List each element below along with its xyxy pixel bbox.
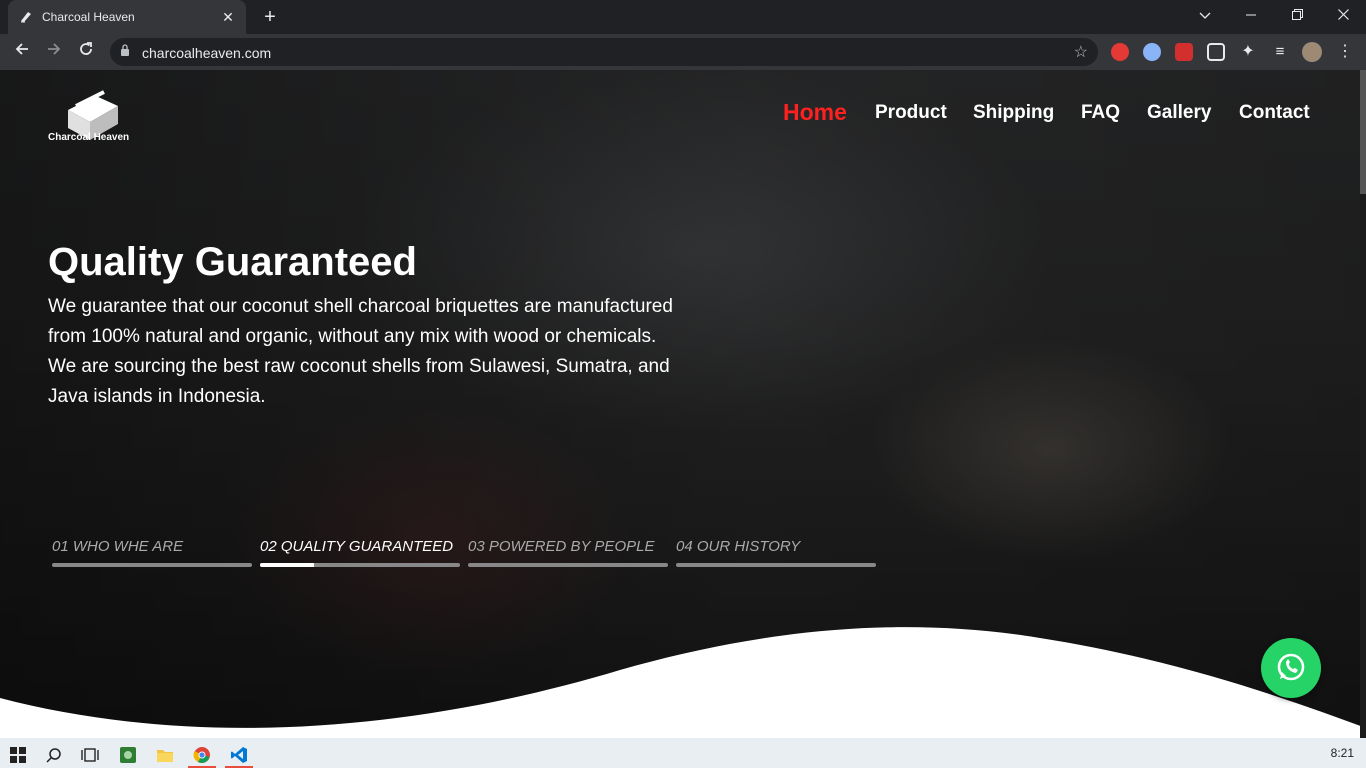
whatsapp-button[interactable] <box>1261 638 1321 698</box>
nav-home[interactable]: Home <box>783 99 847 126</box>
hero-wave-divider <box>0 627 1366 738</box>
tab-search-icon[interactable] <box>1182 0 1228 30</box>
media-playlist-icon[interactable]: ≡ <box>1271 43 1289 61</box>
browser-toolbar: charcoalheaven.com ☆ ✦ ≡ ⋮ <box>0 34 1366 70</box>
nav-product[interactable]: Product <box>875 102 947 124</box>
slide-step-label: 04 OUR HISTORY <box>676 538 801 555</box>
windows-start-icon[interactable] <box>0 741 36 768</box>
nav-contact[interactable]: Contact <box>1239 102 1310 124</box>
slide-step-label: 02 QUALITY GUARANTEED <box>260 538 454 555</box>
file-explorer-icon[interactable] <box>147 741 183 768</box>
extensions-puzzle-icon[interactable]: ✦ <box>1239 43 1257 61</box>
browser-menu-icon[interactable]: ⋮ <box>1336 43 1354 61</box>
slide-step-4[interactable]: 04 OUR HISTORY <box>676 538 876 567</box>
minimize-button[interactable] <box>1228 0 1274 30</box>
slide-step-label: 03 POWERED BY PEOPLE <box>468 538 655 555</box>
close-window-button[interactable] <box>1320 0 1366 30</box>
search-icon[interactable] <box>36 741 72 768</box>
nav-shipping[interactable]: Shipping <box>973 102 1054 124</box>
logo-text: Charcoal Heaven <box>48 132 130 143</box>
slide-step-1[interactable]: 01 WHO WHE ARE <box>52 538 252 567</box>
slide-step-label: 01 WHO WHE ARE <box>52 538 184 555</box>
extension-red-hand-icon[interactable] <box>1111 43 1129 61</box>
chrome-icon[interactable] <box>184 741 220 768</box>
slide-progress-fill <box>260 563 314 567</box>
address-bar[interactable]: charcoalheaven.com ☆ <box>110 38 1098 66</box>
site-favicon-icon <box>18 9 34 25</box>
nav-faq[interactable]: FAQ <box>1081 102 1120 124</box>
windows-taskbar: 8:21 <box>0 738 1366 768</box>
slide-progress-bar <box>468 563 668 567</box>
new-tab-button[interactable]: + <box>259 6 281 28</box>
browser-tab-bar: Charcoal Heaven ✕ + <box>0 0 1366 34</box>
restore-button[interactable] <box>1274 0 1320 30</box>
app-green-icon[interactable] <box>110 741 146 768</box>
slide-progress-bar <box>676 563 876 567</box>
task-view-icon[interactable] <box>72 741 108 768</box>
reload-icon[interactable] <box>74 40 98 64</box>
tab-close-icon[interactable]: ✕ <box>220 9 236 25</box>
back-icon[interactable] <box>10 40 34 64</box>
web-page: Charcoal Heaven Home Product Shipping FA… <box>0 70 1366 738</box>
page-scrollbar[interactable] <box>1360 70 1366 738</box>
profile-avatar[interactable] <box>1302 42 1322 62</box>
browser-tab[interactable]: Charcoal Heaven ✕ <box>8 0 246 34</box>
hero-title: Quality Guaranteed <box>48 240 417 284</box>
hero-description: We guarantee that our coconut shell char… <box>48 296 673 407</box>
main-navigation: Home Product Shipping FAQ Gallery Contac… <box>0 99 1366 130</box>
scrollbar-thumb[interactable] <box>1360 70 1366 194</box>
forward-icon[interactable] <box>42 40 66 64</box>
vscode-icon[interactable] <box>221 741 257 768</box>
slide-step-3[interactable]: 03 POWERED BY PEOPLE <box>468 538 668 567</box>
nav-gallery[interactable]: Gallery <box>1147 102 1211 124</box>
extension-red-play-icon[interactable] <box>1175 43 1193 61</box>
tab-title: Charcoal Heaven <box>42 10 135 24</box>
url-text: charcoalheaven.com <box>142 45 272 61</box>
bookmark-star-icon[interactable]: ☆ <box>1074 42 1088 62</box>
taskbar-clock[interactable]: 8:21 <box>1331 746 1354 760</box>
extension-blue-circle-icon[interactable] <box>1143 43 1161 61</box>
slide-step-2[interactable]: 02 QUALITY GUARANTEED <box>260 538 460 567</box>
whatsapp-icon <box>1277 653 1305 681</box>
slide-progress-bar <box>52 563 252 567</box>
slide-progress-bar <box>260 563 460 567</box>
lock-icon <box>120 44 134 58</box>
extension-window-icon[interactable] <box>1207 43 1225 61</box>
